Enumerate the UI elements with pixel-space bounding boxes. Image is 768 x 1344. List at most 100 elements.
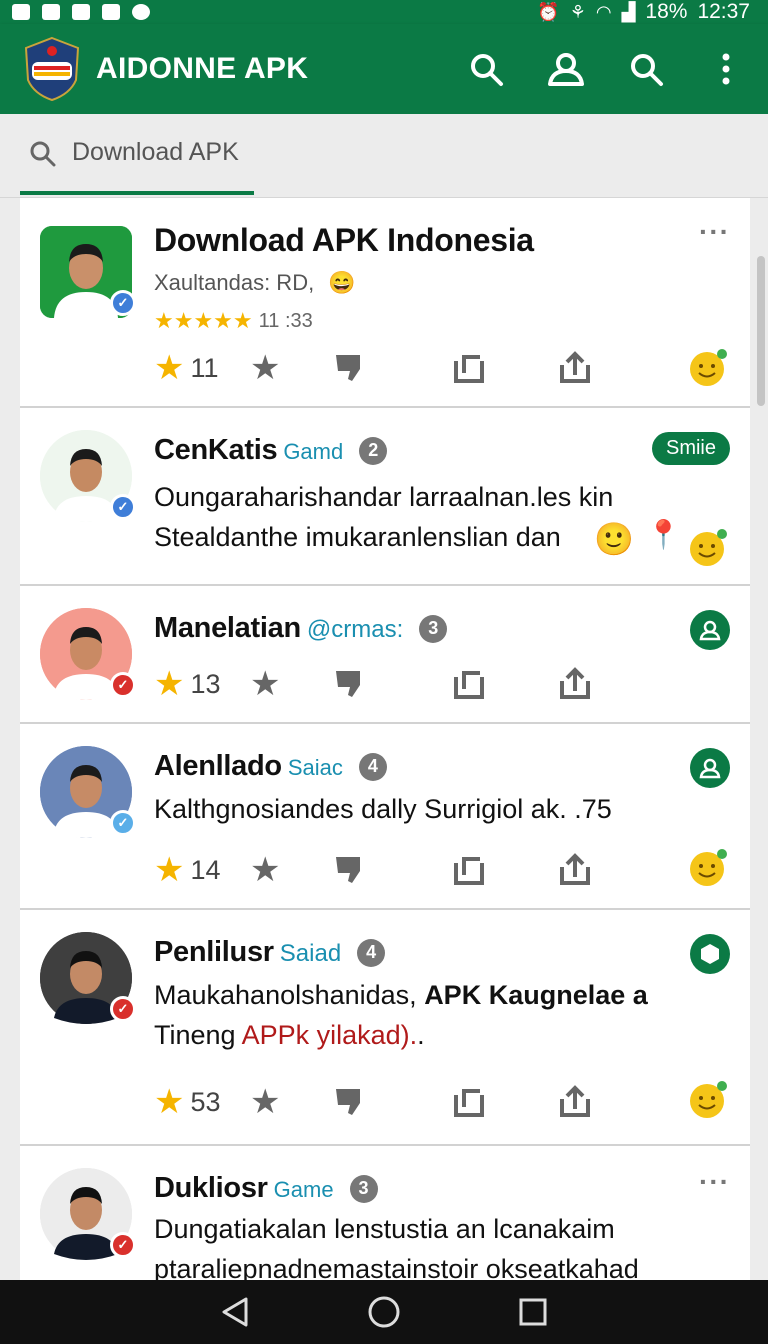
status-bar: ⏰ ⚘ ◠ ▟ 18% 12:37 bbox=[0, 0, 768, 24]
more-options-icon[interactable]: ··· bbox=[699, 1166, 730, 1198]
share-button[interactable] bbox=[558, 1085, 592, 1119]
more-vert-icon[interactable] bbox=[706, 49, 746, 89]
share-button[interactable] bbox=[558, 351, 592, 385]
rate-button[interactable]: ★ bbox=[250, 664, 280, 704]
card-text-line: Dungatiakalan lenstustia an lcanakaim bbox=[154, 1214, 615, 1244]
card-handle: Game bbox=[273, 1177, 334, 1202]
rate-button[interactable]: ★ bbox=[250, 850, 280, 890]
alarm-icon: ⏰ bbox=[537, 1, 560, 22]
rate-button[interactable]: ★ bbox=[250, 348, 280, 388]
profile-button[interactable] bbox=[690, 610, 730, 650]
list-item[interactable]: ✓ Alenllado Saiac 4 Kalthgnosiandes dall… bbox=[20, 724, 750, 910]
app-bar: AIDONNE APK bbox=[0, 24, 768, 114]
star-icon: ★ bbox=[154, 1083, 185, 1121]
share-icon bbox=[560, 667, 590, 699]
back-button[interactable] bbox=[213, 1290, 257, 1334]
count-badge: 4 bbox=[357, 938, 386, 967]
open-in-icon bbox=[454, 857, 484, 885]
rating-text: 11 :33 bbox=[258, 309, 313, 332]
dislike-button[interactable] bbox=[334, 353, 368, 383]
open-in-icon bbox=[454, 1089, 484, 1117]
count-badge: 2 bbox=[359, 436, 388, 465]
search-icon[interactable] bbox=[626, 49, 666, 89]
emoji-icon: 🙂 bbox=[594, 521, 634, 557]
list-item[interactable]: ✓ Penlilusr Saiad 4 Maukahanolshanidas, … bbox=[20, 910, 750, 1146]
notification-icon bbox=[72, 4, 90, 20]
open-button[interactable] bbox=[452, 853, 486, 887]
favorite-button[interactable]: ★ 53 bbox=[154, 1082, 221, 1122]
hexagon-icon bbox=[701, 944, 719, 964]
card-title: Penlilusr bbox=[154, 936, 274, 968]
verified-badge-icon: ✓ bbox=[110, 494, 136, 520]
verified-badge-icon: ✓ bbox=[110, 672, 136, 698]
active-tab-indicator bbox=[20, 191, 254, 195]
card-title: Dukliosr bbox=[154, 1172, 268, 1204]
favorite-button[interactable]: ★ 11 bbox=[154, 348, 219, 388]
list-item[interactable]: ✓ CenKatis Gamd 2 Smiie Oungaraharishand… bbox=[20, 408, 750, 586]
favorite-count: 14 bbox=[190, 854, 221, 885]
share-button[interactable] bbox=[558, 667, 592, 701]
scrollbar[interactable] bbox=[757, 256, 765, 406]
smiley-icon[interactable] bbox=[688, 348, 728, 388]
badge-button[interactable] bbox=[690, 934, 730, 974]
share-button[interactable] bbox=[558, 853, 592, 887]
recents-button[interactable] bbox=[511, 1290, 555, 1334]
favorite-button[interactable]: ★ 13 bbox=[154, 664, 221, 704]
favorite-count: 11 bbox=[190, 352, 219, 383]
notification-icon bbox=[102, 4, 120, 20]
recents-icon bbox=[519, 1298, 547, 1326]
smiley-icon[interactable] bbox=[688, 528, 728, 568]
list-item[interactable]: ✓ Download APK Indonesia Xaultandas: RD,… bbox=[20, 198, 750, 408]
star-icon: ★ bbox=[154, 665, 185, 703]
card-title: Download APK Indonesia bbox=[154, 222, 534, 258]
profile-button[interactable] bbox=[690, 748, 730, 788]
dislike-button[interactable] bbox=[334, 669, 368, 699]
home-button[interactable] bbox=[362, 1290, 406, 1334]
battery-level: 18% bbox=[645, 0, 688, 23]
text-segment: Maukahanolshanidas, bbox=[154, 980, 425, 1010]
share-icon bbox=[560, 1085, 590, 1117]
open-button[interactable] bbox=[452, 667, 486, 701]
list-item[interactable]: ✓ Dukliosr Game 3 ··· Dungatiakalan lens… bbox=[20, 1146, 750, 1280]
account-icon[interactable] bbox=[546, 49, 586, 89]
open-button[interactable] bbox=[452, 1085, 486, 1119]
card-text-line: ptaraliepnadnemastainstoir okseatkahad bbox=[154, 1254, 639, 1280]
card-subtitle: Xaultandas: RD, bbox=[154, 270, 315, 295]
avatar[interactable]: ✓ bbox=[40, 1168, 136, 1260]
avatar[interactable]: ✓ bbox=[40, 746, 136, 838]
card-text-line: Maukahanolshanidas, APK Kaugnelae a bbox=[154, 980, 648, 1011]
feed-list: ✓ Download APK Indonesia Xaultandas: RD,… bbox=[20, 198, 750, 1280]
avatar[interactable]: ✓ bbox=[40, 608, 136, 700]
notification-icon bbox=[12, 4, 30, 20]
search-icon[interactable] bbox=[466, 49, 506, 89]
thumb-down-icon bbox=[336, 671, 360, 697]
smiley-icon[interactable] bbox=[688, 848, 728, 888]
open-button[interactable] bbox=[452, 351, 486, 385]
more-options-icon[interactable]: ··· bbox=[699, 216, 730, 248]
star-outline-icon: ★ bbox=[250, 851, 281, 889]
smiley-icon[interactable] bbox=[688, 1080, 728, 1120]
avatar[interactable]: ✓ bbox=[40, 932, 136, 1024]
list-item[interactable]: ✓ Manelatian @crmas: 3 ★ 13 ★ bbox=[20, 586, 750, 724]
text-segment-red[interactable]: APPk yilakad). bbox=[242, 1020, 418, 1050]
avatar[interactable]: ✓ bbox=[40, 226, 136, 318]
verified-badge-icon: ✓ bbox=[110, 1232, 136, 1258]
star-outline-icon: ★ bbox=[250, 665, 281, 703]
search-input[interactable]: Download APK bbox=[72, 138, 239, 167]
avatar[interactable]: ✓ bbox=[40, 430, 136, 522]
open-in-icon bbox=[454, 671, 484, 699]
signal-icon: ▟ bbox=[621, 1, 636, 22]
verified-badge-icon: ✓ bbox=[110, 290, 136, 316]
favorite-button[interactable]: ★ 14 bbox=[154, 850, 221, 890]
search-bar[interactable]: Download APK bbox=[0, 114, 768, 198]
card-text-line: Tineng APPk yilakad).. bbox=[154, 1020, 425, 1051]
rate-button[interactable]: ★ bbox=[250, 1082, 280, 1122]
card-title: Alenllado bbox=[154, 750, 282, 782]
rating: ★★★★★ 11 :33 bbox=[154, 308, 313, 334]
app-logo-icon bbox=[24, 36, 80, 102]
smile-button[interactable]: Smiie bbox=[651, 432, 730, 465]
back-icon bbox=[222, 1297, 248, 1327]
dislike-button[interactable] bbox=[334, 1087, 368, 1117]
dislike-button[interactable] bbox=[334, 855, 368, 885]
text-segment: . bbox=[417, 1020, 425, 1050]
